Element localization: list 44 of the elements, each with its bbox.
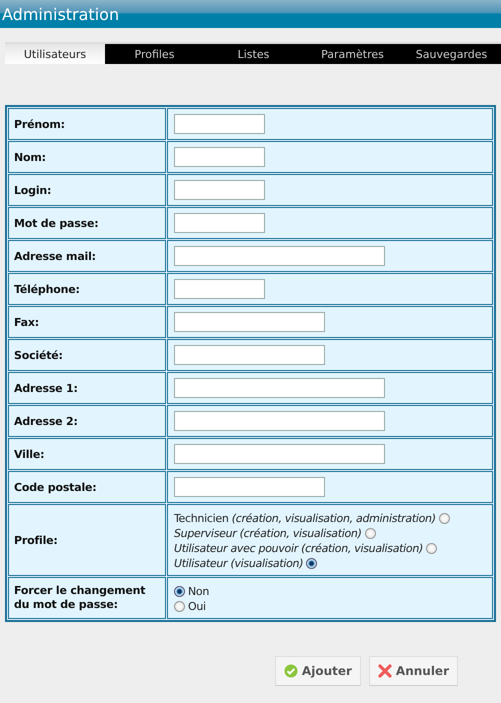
field-label: Prénom: [14, 118, 65, 130]
input-field[interactable] [174, 378, 385, 398]
input-field[interactable] [174, 279, 265, 299]
radio-button[interactable] [174, 586, 185, 597]
field-label: Nom: [14, 150, 46, 164]
field-label: Adresse 2: [14, 414, 78, 428]
input-field[interactable] [174, 345, 325, 365]
option-label: Oui [188, 599, 206, 614]
close-icon [378, 664, 392, 678]
field-label: Forcer le changement du mot de passe: [14, 584, 146, 612]
field-label: Fax: [14, 316, 39, 328]
radio-button[interactable] [426, 543, 438, 554]
field-label: Adresse mail: [14, 250, 96, 262]
input-field[interactable] [174, 411, 385, 431]
cancel-button[interactable]: Annuler [368, 656, 458, 686]
input-field[interactable] [174, 114, 265, 134]
input-field[interactable] [174, 477, 325, 497]
input-field[interactable] [174, 180, 265, 200]
radio-button[interactable] [438, 513, 450, 524]
input-field[interactable] [174, 444, 385, 464]
field-label: Téléphone: [14, 282, 80, 296]
radio-button[interactable] [306, 558, 318, 569]
input-field[interactable] [174, 312, 325, 332]
field-label: Login: [14, 184, 52, 196]
option-label: Utilisateur (visualisation) [174, 556, 304, 571]
field-label: Code postale: [14, 480, 96, 494]
field-label: Adresse 1: [14, 382, 78, 394]
option-label: Technicien (création, visualisation, administration) [174, 511, 436, 526]
add-button[interactable]: Ajouter [274, 656, 361, 686]
field-label: Profile: [14, 534, 58, 546]
field-label: Mot de passe: [14, 216, 98, 230]
radio-button[interactable] [174, 601, 185, 612]
window-title: Administration [2, 4, 120, 24]
tab[interactable]: Utilisateurs [5, 44, 105, 64]
check-icon [284, 664, 298, 678]
input-field[interactable] [174, 246, 385, 266]
field-label: Société: [14, 348, 63, 362]
input-field[interactable] [174, 213, 265, 233]
option-label: Superviseur (création, visualisation) [174, 526, 362, 541]
option-label: Utilisateur avec pouvoir (création, visualisation) [174, 541, 424, 556]
radio-button[interactable] [364, 528, 376, 539]
input-field[interactable] [174, 147, 265, 167]
field-label: Ville: [14, 448, 44, 460]
option-label: Non [188, 584, 210, 599]
